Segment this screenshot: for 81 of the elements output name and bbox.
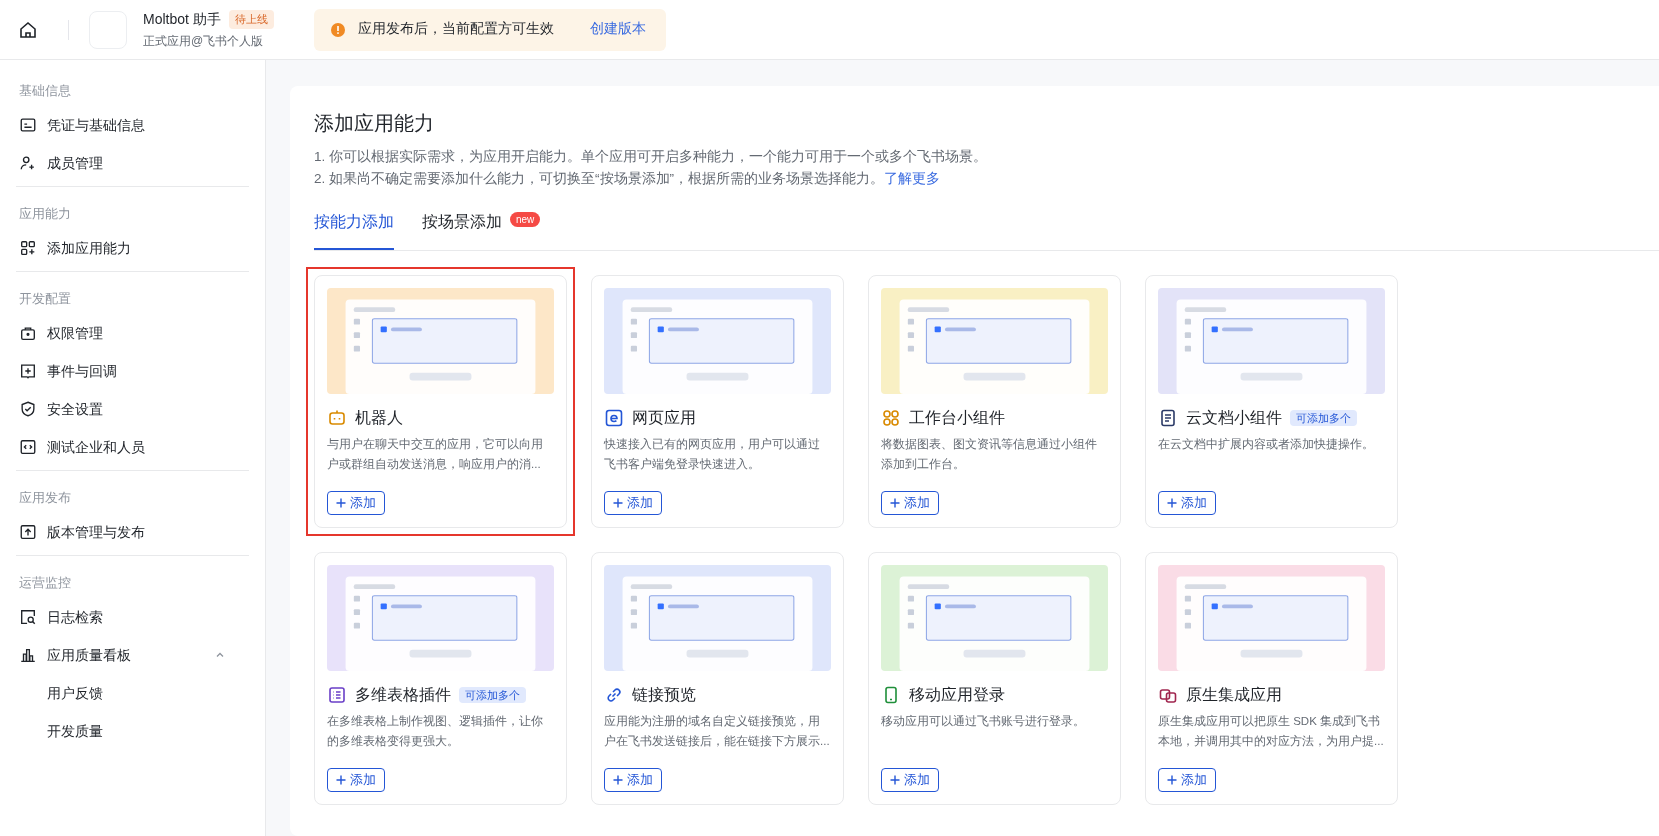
sidebar-item[interactable]: 版本管理与发布 [16,513,249,551]
card-title: 移动应用登录 [909,685,1005,705]
app-name: Moltbot 助手 [143,10,221,29]
note-text: 2. 如果尚不确定需要添加什么能力，可切换至“按场景添加”，根据所需的业务场景选择能力。了解更多 [314,170,941,188]
warning-icon [329,21,346,38]
section-title: 开发配置 [18,290,72,309]
sidebar-item[interactable]: 权限管理 [16,314,249,352]
sidebar-item[interactable]: 安全设置 [16,390,249,428]
card-description: 移动应用可以通过飞书账号进行登录。 [881,714,1086,729]
log-search-icon [19,608,37,626]
create-version-link[interactable]: 创建版本 [589,19,646,40]
upload-icon [19,523,37,541]
sidebar-item[interactable]: 测试企业和人员 [16,428,249,466]
user-add-icon [19,154,37,172]
robot-icon [327,408,347,428]
bar-chart-icon [19,646,37,664]
card-description: 应用能为注册的域名自定义链接预览，用户在飞书发送链接后，能在链接下方展示... [604,714,831,749]
plus-icon [613,775,623,785]
section-title: 运营监控 [18,574,72,593]
sidebar-item[interactable]: 事件与回调 [16,352,249,390]
code-icon [19,438,37,456]
section-title: 应用发布 [18,489,72,508]
add-button[interactable]: 添加 [881,768,939,792]
section-title: 应用能力 [18,205,72,224]
grid-add-icon [19,239,37,257]
plus-icon [1167,498,1177,508]
card-description: 与用户在聊天中交互的应用，它可以向用户或群组自动发送消息，响应用户的消... [327,437,544,472]
sidebar-item[interactable]: 应用质量看板 [16,636,249,674]
card-title: 链接预览 [632,685,696,705]
briefcase-icon [19,324,37,342]
card-icon [19,116,37,134]
multi-badge: 可添加多个 [459,686,526,704]
learn-more-link[interactable]: 了解更多 [884,171,940,186]
card-description: 快速接入已有的网页应用，用户可以通过飞书客户端免登录快速进入。 [604,437,821,472]
app-subtitle: 正式应用@飞书个人版 [143,33,265,50]
document-icon [1158,408,1178,428]
web-icon [604,408,624,428]
list-icon [327,685,347,705]
sidebar-subitem[interactable]: 开发质量 [16,712,249,750]
page-title: 添加应用能力 [314,111,435,136]
sidebar-subitem[interactable]: 用户反馈 [16,674,249,712]
card-title: 原生集成应用 [1186,685,1282,705]
tab[interactable]: 按能力添加 [314,210,394,250]
card-description: 将数据图表、图文资讯等信息通过小组件添加到工作台。 [881,437,1098,472]
plus-icon [613,498,623,508]
add-button[interactable]: 添加 [327,768,385,792]
home-icon [18,19,38,40]
card-title: 工作台小组件 [909,408,1005,428]
add-button[interactable]: 添加 [1158,768,1216,792]
card-title: 网页应用 [632,408,696,428]
card-title: 机器人 [355,408,403,428]
link-icon [604,685,624,705]
card-description: 在多维表格上制作视图、逻辑插件，让你的多维表格变得更强大。 [327,714,544,749]
sidebar-item[interactable]: 成员管理 [16,144,249,182]
notice-text: 应用发布后，当前配置方可生效 [357,20,554,39]
add-button[interactable]: 添加 [881,491,939,515]
plus-icon [336,498,346,508]
plus-icon [336,775,346,785]
plus-icon [890,498,900,508]
card-description: 在云文档中扩展内容或者添加快捷操作。 [1158,437,1375,452]
sidebar-item[interactable]: 添加应用能力 [16,229,249,267]
note-text: 1. 你可以根据实际需求，为应用开启能力。单个应用可开启多种能力，一个能力可用于一个或多个飞书场景。 [314,148,988,166]
new-badge: new [510,212,541,227]
sidebar-item[interactable]: 日志检索 [16,598,249,636]
card-description: 原生集成应用可以把原生 SDK 集成到飞书本地，并调用其中的对应方法，为用户提... [1158,714,1385,749]
add-button[interactable]: 添加 [604,491,662,515]
section-title: 基础信息 [18,82,72,101]
add-button[interactable]: 添加 [604,768,662,792]
tab[interactable]: 按场景添加 new [422,210,541,250]
event-icon [19,362,37,380]
plus-icon [890,775,900,785]
plus-icon [1167,775,1177,785]
sidebar-item[interactable]: 凭证与基础信息 [16,106,249,144]
status-badge: 待上线 [228,10,274,29]
add-button[interactable]: 添加 [1158,491,1216,515]
card-title: 云文档小组件 [1186,408,1282,428]
card-title: 多维表格插件 [355,685,451,705]
clover-icon [881,408,901,428]
multi-badge: 可添加多个 [1290,409,1357,427]
add-button[interactable]: 添加 [327,491,385,515]
shield-icon [19,400,37,418]
